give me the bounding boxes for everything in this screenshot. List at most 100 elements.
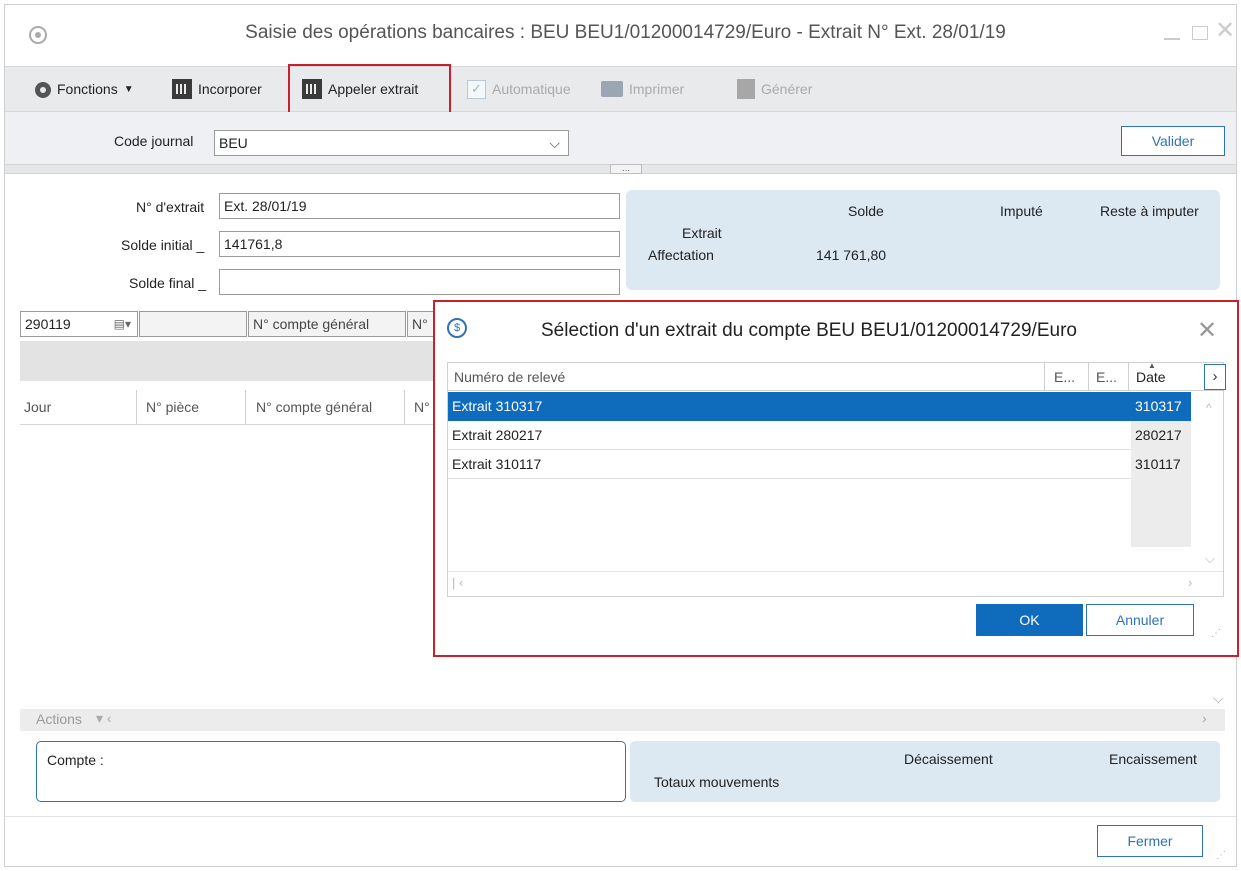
title-bar: Saisie des opérations bancaires : BEU BE… [5, 5, 1236, 61]
compte-label: Compte : [47, 752, 104, 768]
clock-icon: $ [447, 318, 467, 338]
col-divider [1044, 363, 1045, 391]
col-header-releve[interactable]: Numéro de relevé [454, 369, 565, 385]
col-divider [136, 390, 137, 424]
fonctions-menu[interactable]: Fonctions ▼ [35, 67, 134, 111]
releve-cell: Extrait 310317 [452, 398, 543, 414]
dialog-close-icon[interactable]: ✕ [1197, 316, 1217, 345]
filter-num[interactable]: N° [407, 311, 435, 337]
ok-button[interactable]: OK [976, 604, 1083, 636]
calendar-icon: ▤▾ [113, 317, 131, 331]
col-divider [1088, 363, 1089, 391]
valider-button[interactable]: Valider [1121, 126, 1225, 156]
col-header-date[interactable]: Date [1136, 369, 1166, 385]
window-title: Saisie des opérations bancaires : BEU BE… [245, 22, 1006, 43]
code-journal-select[interactable]: BEU ⌵ [214, 130, 569, 156]
toolbar: Fonctions ▼ Incorporer Appeler extrait ✓… [5, 66, 1236, 112]
checkbox-icon: ✓ [467, 79, 486, 99]
printer-icon [601, 81, 623, 97]
date-cell[interactable]: 280217 [1131, 421, 1191, 450]
generer-button[interactable]: Générer [737, 67, 812, 111]
fermer-button[interactable]: Fermer [1097, 825, 1203, 857]
solde-final-input[interactable] [219, 269, 620, 295]
minimize-icon[interactable] [1164, 38, 1180, 40]
dialog-title: Sélection d'un extrait du compte BEU BEU… [541, 320, 1077, 341]
actions-menu[interactable]: Actions [36, 711, 82, 727]
col-divider [404, 390, 405, 424]
col-header-compte[interactable]: N° compte général [256, 399, 372, 415]
scroll-up-icon[interactable]: ^ [1206, 401, 1212, 415]
close-icon[interactable]: ✕ [1214, 19, 1236, 43]
col-header-num[interactable]: N° [414, 399, 430, 415]
solde-initial-input[interactable]: 141761,8 [219, 231, 620, 257]
num-extrait-label: N° d'extrait [136, 199, 205, 215]
highlight-frame [288, 64, 451, 114]
col-divider [245, 390, 246, 424]
scroll-left-icon[interactable]: | ‹ [452, 575, 463, 590]
releve-cell: Extrait 310117 [452, 456, 542, 472]
imprimer-label: Imprimer [629, 81, 685, 97]
col-header-jour[interactable]: Jour [24, 399, 51, 415]
grid-group-band [20, 341, 435, 381]
summary-affectation-solde: 141 761,80 [816, 247, 887, 263]
totaux-label: Totaux mouvements [654, 774, 780, 790]
scroll-right-icon[interactable]: › [1202, 710, 1207, 726]
scroll-left-icon[interactable]: ▾ ‹ [96, 710, 112, 727]
table-row[interactable]: Extrait 310317 [448, 392, 1131, 421]
table-row[interactable]: Extrait 280217 [448, 421, 1131, 450]
incorporer-label: Incorporer [198, 81, 262, 97]
splitter-handle[interactable]: ... [610, 164, 642, 174]
col-header-e2[interactable]: E... [1096, 369, 1117, 385]
actions-bar: Actions ▾ ‹ › [20, 709, 1225, 731]
releve-cell: Extrait 280217 [452, 427, 543, 443]
resize-grip-icon[interactable]: ⋰ [1216, 850, 1226, 861]
horizontal-scrollbar[interactable]: | ‹ › [448, 571, 1223, 595]
col-header-e1[interactable]: E... [1054, 369, 1075, 385]
filter-empty-cell[interactable] [139, 311, 247, 337]
date-cell[interactable]: 310317 [1131, 392, 1191, 421]
table-row[interactable]: Extrait 310117 [448, 450, 1131, 479]
document-icon [737, 79, 755, 99]
num-extrait-input[interactable]: Ext. 28/01/19 [219, 193, 620, 219]
col-divider [1128, 363, 1129, 391]
date-cell[interactable]: 310117 [1131, 450, 1191, 479]
caret-down-icon: ▼ [123, 83, 134, 95]
summary-extrait-label: Extrait [682, 225, 722, 241]
annuler-button[interactable]: Annuler [1086, 604, 1194, 636]
bank-icon [172, 79, 192, 99]
decaissement-label: Décaissement [904, 751, 993, 767]
date-value: 290119 [25, 316, 71, 332]
table-header: Numéro de relevé E... E... Date ▲ › [448, 361, 1226, 391]
code-journal-value: BEU [219, 135, 248, 151]
compte-box[interactable]: Compte : [36, 741, 626, 802]
date-picker[interactable]: 290119 ▤▾ [20, 311, 138, 337]
summary-header-reste: Reste à imputer [1100, 203, 1199, 219]
solde-initial-label: Solde initial _ [121, 237, 205, 253]
chevron-down-icon: ⌵ [549, 135, 560, 151]
summary-affectation-label: Affectation [648, 247, 714, 263]
scroll-down-icon[interactable]: ⌵ [1213, 690, 1224, 707]
incorporer-button[interactable]: Incorporer [172, 67, 262, 111]
code-journal-label: Code journal [114, 133, 194, 149]
dialog-titlebar: $ Sélection d'un extrait du compte BEU B… [435, 302, 1237, 362]
fonctions-label: Fonctions [57, 81, 118, 97]
gear-icon [35, 81, 51, 98]
scroll-right-icon[interactable]: › [1188, 575, 1192, 590]
encaissement-label: Encaissement [1109, 751, 1197, 767]
summary-header-impute: Imputé [1000, 203, 1043, 219]
generer-label: Générer [761, 81, 813, 97]
filter-compte-general[interactable]: N° compte général [248, 311, 406, 337]
resize-grip-icon[interactable]: ⋰ [1211, 628, 1221, 639]
automatique-label: Automatique [492, 81, 571, 97]
imprimer-button[interactable]: Imprimer [601, 67, 684, 111]
chevron-right-icon[interactable]: › [1204, 364, 1226, 390]
automatique-toggle[interactable]: ✓ Automatique [467, 67, 571, 111]
col-header-piece[interactable]: N° pièce [146, 399, 199, 415]
maximize-icon[interactable] [1192, 26, 1208, 40]
grid-header-underline [20, 424, 435, 425]
solde-final-label: Solde final _ [129, 275, 207, 291]
releve-table: Numéro de relevé E... E... Date ▲ › Extr… [447, 361, 1226, 597]
sort-asc-icon: ▲ [1148, 361, 1156, 370]
summary-header-solde: Solde [848, 203, 884, 219]
scroll-down-icon[interactable]: ⌵ [1205, 551, 1215, 567]
